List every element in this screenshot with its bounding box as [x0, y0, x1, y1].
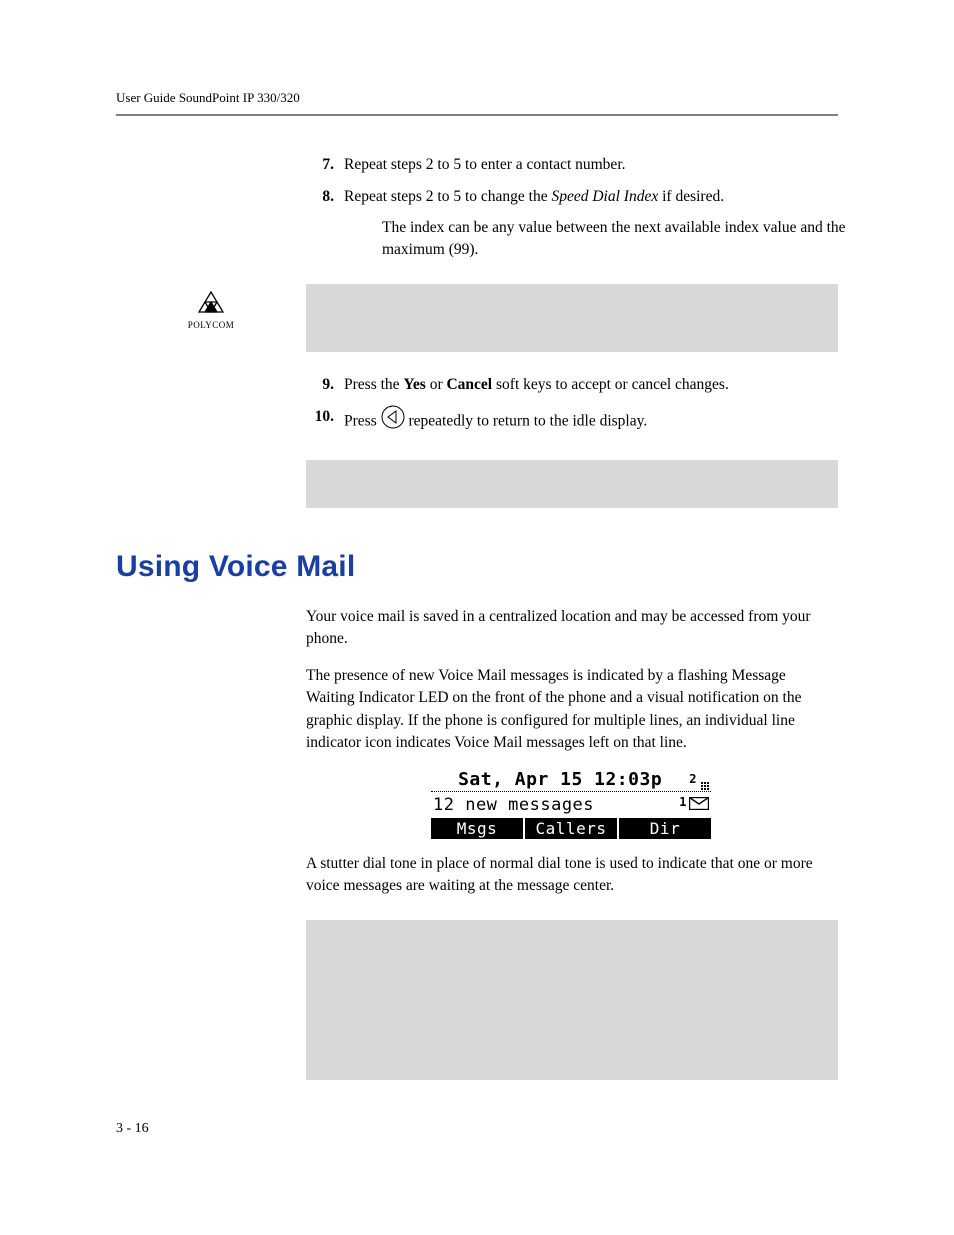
polycom-logo: POLYCOM [116, 284, 306, 335]
softkey-msgs: Msgs [431, 818, 523, 839]
note-row-3 [116, 920, 838, 1080]
text-fragment: Repeat steps 2 to 5 to change the [344, 188, 551, 205]
step-number: 9. [306, 374, 334, 396]
step-list-cont: 9. Press the Yes or Cancel soft keys to … [306, 374, 826, 438]
running-header: User Guide SoundPoint IP 330/320 [116, 90, 838, 112]
header-rule [116, 114, 838, 116]
lcd-message-text: 12 new messages [433, 795, 679, 815]
note-row-2 [116, 460, 838, 508]
note-placeholder [306, 460, 838, 508]
note-placeholder [306, 284, 838, 352]
softkey-callers: Callers [525, 818, 617, 839]
text-fragment: Press [344, 413, 381, 430]
phone-display-figure: Sat, Apr 15 12:03p 2 12 new messages 1 [306, 769, 836, 839]
step-7: 7. Repeat steps 2 to 5 to enter a contac… [306, 154, 826, 176]
lcd-softkey-row: Msgs Callers Dir [431, 818, 711, 839]
step-number: 10. [306, 406, 334, 437]
empty-logo-cell [116, 920, 306, 926]
content-area: 7. Repeat steps 2 to 5 to enter a contac… [116, 154, 838, 1080]
text-fragment: or [426, 376, 447, 393]
yes-softkey-label: Yes [403, 376, 425, 393]
note-row-1: POLYCOM [116, 284, 838, 352]
text-fragment: Press the [344, 376, 403, 393]
phone-lcd: Sat, Apr 15 12:03p 2 12 new messages 1 [431, 769, 711, 839]
step-text: Repeat steps 2 to 5 to enter a contact n… [344, 154, 826, 176]
note-placeholder [306, 920, 838, 1080]
body-paragraph: A stutter dial tone in place of normal d… [306, 853, 836, 898]
text-fragment: repeatedly to return to the idle display… [408, 413, 647, 430]
left-arrow-button-icon [381, 405, 405, 436]
keypad-icon [701, 782, 709, 790]
section-heading: Using Voice Mail [116, 550, 838, 584]
text-fragment: if desired. [658, 188, 724, 205]
header-title: User Guide SoundPoint IP 330/320 [116, 90, 300, 106]
cancel-softkey-label: Cancel [446, 376, 492, 393]
lcd-message-row: 12 new messages 1 [431, 792, 711, 818]
step-number: 8. [306, 186, 334, 261]
empty-logo-cell [116, 460, 306, 466]
lcd-datetime: Sat, Apr 15 12:03p [433, 769, 687, 790]
polycom-logo-text: POLYCOM [188, 320, 235, 330]
step-list: 7. Repeat steps 2 to 5 to enter a contac… [306, 154, 826, 262]
body-paragraph: Your voice mail is saved in a centralize… [306, 606, 836, 651]
step-text: Press the Yes or Cancel soft keys to acc… [344, 374, 826, 396]
body-paragraph: The presence of new Voice Mail messages … [306, 665, 836, 755]
polycom-logo-icon: POLYCOM [181, 290, 241, 335]
step-text: Press repeatedly to return to the idle d… [344, 406, 826, 437]
page-number: 3 - 16 [116, 1121, 149, 1137]
lcd-status-bar: Sat, Apr 15 12:03p 2 [431, 769, 711, 792]
step-8: 8. Repeat steps 2 to 5 to change the Spe… [306, 186, 826, 261]
envelope-icon [689, 795, 709, 815]
step-9: 9. Press the Yes or Cancel soft keys to … [306, 374, 826, 396]
speed-dial-index-term: Speed Dial Index [551, 188, 658, 205]
step-number: 7. [306, 154, 334, 176]
lcd-line-indicator: 1 [679, 795, 687, 809]
page: User Guide SoundPoint IP 330/320 7. Repe… [0, 0, 954, 1235]
softkey-dir: Dir [619, 818, 711, 839]
step-subtext: The index can be any value between the n… [382, 217, 864, 262]
step-text: Repeat steps 2 to 5 to change the Speed … [344, 186, 864, 261]
text-fragment: soft keys to accept or cancel changes. [492, 376, 729, 393]
lcd-line-number: 2 [689, 772, 697, 786]
step-10: 10. Press repeatedly to return to the id… [306, 406, 826, 437]
